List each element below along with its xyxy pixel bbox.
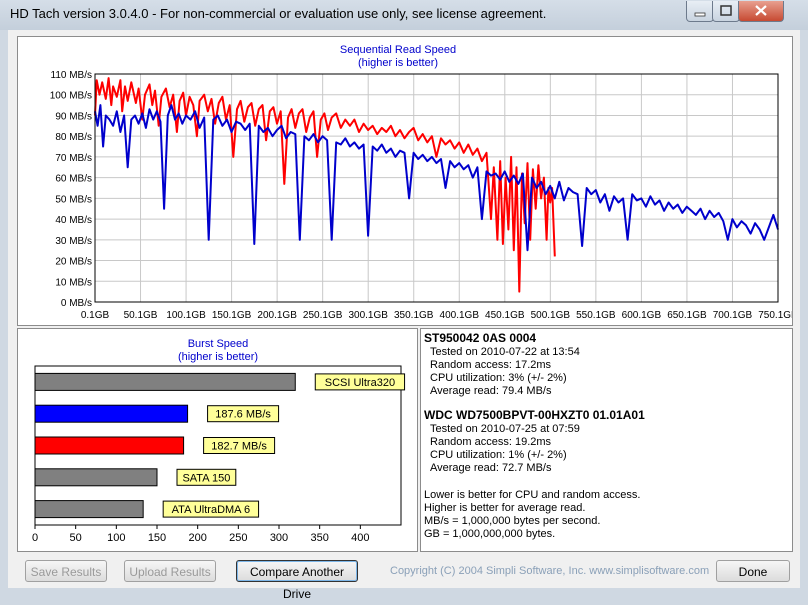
burst-x-tick-label: 400 (351, 532, 369, 544)
burst-chart-subtitle: (higher is better) (178, 351, 258, 363)
copyright-text: Copyright (C) 2004 Simpli Software, Inc.… (390, 565, 710, 577)
seq-chart-title: Sequential Read Speed (340, 44, 456, 56)
seq-x-tick-label: 450.1GB (485, 310, 525, 321)
burst-x-tick-label: 250 (229, 532, 247, 544)
seq-y-tick-label: 90 MB/s (55, 111, 92, 122)
seq-y-tick-label: 60 MB/s (55, 174, 92, 185)
seq-x-tick-label: 150.1GB (212, 310, 252, 321)
minimize-icon (694, 12, 706, 17)
drive-1-tested-on: Tested on 2010-07-22 at 13:54 (430, 346, 580, 358)
burst-bar (34, 404, 189, 423)
burst-x-tick-label: 350 (310, 532, 328, 544)
note-average-read: Higher is better for average read. (424, 502, 586, 514)
seq-x-tick-label: 200.1GB (257, 310, 297, 321)
seq-x-tick-label: 100.1GB (166, 310, 206, 321)
burst-chart-title: Burst Speed (188, 338, 249, 350)
seq-y-tick-label: 20 MB/s (55, 257, 92, 268)
seq-y-tick-label: 0 MB/s (61, 298, 92, 309)
results-info-panel: ST950042 0AS 0004 Tested on 2010-07-22 a… (420, 328, 793, 552)
note-cpu-random: Lower is better for CPU and random acces… (424, 489, 641, 501)
save-results-button[interactable]: Save Results (25, 560, 107, 582)
burst-bar (34, 500, 144, 519)
burst-x-tick-label: 50 (70, 532, 82, 544)
burst-x-tick-label: 300 (270, 532, 288, 544)
seq-chart-subtitle: (higher is better) (358, 57, 438, 69)
sequential-read-chart: Sequential Read Speed (higher is better)… (50, 44, 798, 321)
window-title: HD Tach version 3.0.4.0 - For non-commer… (10, 6, 547, 21)
seq-y-tick-label: 110 MB/s (51, 70, 93, 81)
maximize-button[interactable] (712, 1, 740, 22)
seq-x-tick-label: 500.1GB (531, 310, 571, 321)
note-mbs-definition: MB/s = 1,000,000 bytes per second. (424, 515, 601, 527)
main-window: Sequential Read Speed (higher is better)… (8, 30, 800, 601)
seq-x-tick-label: 600.1GB (622, 310, 662, 321)
drive-2-tested-on: Tested on 2010-07-25 at 07:59 (430, 423, 580, 435)
seq-x-tick-label: 50.1GB (124, 310, 158, 321)
sequential-read-panel: Sequential Read Speed (higher is better)… (17, 36, 798, 326)
burst-bar-label: 182.7 MB/s (211, 441, 267, 453)
seq-x-tick-label: 350.1GB (394, 310, 434, 321)
seq-y-tick-label: 40 MB/s (55, 215, 92, 226)
burst-x-tick-label: 100 (107, 532, 125, 544)
burst-bar-label: SATA 150 (182, 472, 230, 484)
seq-x-tick-label: 700.1GB (713, 310, 753, 321)
burst-bar (34, 468, 158, 487)
seq-x-tick-label: 250.1GB (303, 310, 343, 321)
burst-x-tick-label: 150 (148, 532, 166, 544)
drive-1-random-access: Random access: 17.2ms (430, 359, 552, 371)
burst-bar (34, 372, 296, 391)
minimize-button[interactable] (686, 1, 714, 22)
drive-2-name: WDC WD7500BPVT-00HXZT0 01.01A01 (424, 408, 645, 422)
drive-1-cpu: CPU utilization: 3% (+/- 2%) (430, 372, 567, 384)
seq-y-tick-label: 10 MB/s (55, 277, 92, 288)
burst-bar-label: ATA UltraDMA 6 (172, 504, 250, 516)
burst-speed-panel: Burst Speed (higher is better) SCSI Ultr… (17, 328, 418, 552)
burst-bar (34, 436, 185, 455)
burst-x-tick-label: 0 (32, 532, 38, 544)
seq-y-tick-label: 70 MB/s (55, 153, 92, 164)
seq-x-tick-label: 400.1GB (440, 310, 480, 321)
seq-x-tick-label: 750.1GB (758, 310, 792, 321)
seq-x-tick-label: 550.1GB (576, 310, 616, 321)
title-bar: HD Tach version 3.0.4.0 - For non-commer… (0, 0, 808, 30)
burst-x-tick-label: 200 (188, 532, 206, 544)
seq-x-tick-label: 650.1GB (667, 310, 707, 321)
seq-x-tick-label: 300.1GB (348, 310, 388, 321)
seq-y-tick-label: 30 MB/s (55, 236, 92, 247)
seq-x-tick-label: 0.1GB (81, 310, 110, 321)
burst-bar-label: SCSI Ultra320 (325, 377, 395, 389)
close-icon (755, 5, 767, 16)
seq-y-tick-label: 100 MB/s (50, 91, 92, 102)
seq-plot-area (94, 73, 779, 303)
drive-2-random-access: Random access: 19.2ms (430, 436, 552, 448)
close-button[interactable] (738, 1, 784, 22)
seq-y-tick-label: 50 MB/s (55, 194, 92, 205)
drive-2-average: Average read: 72.7 MB/s (430, 462, 552, 474)
compare-another-drive-button[interactable]: Compare Another Drive (236, 560, 358, 601)
drive-1-average: Average read: 79.4 MB/s (430, 385, 552, 397)
burst-speed-chart: Burst Speed (higher is better) SCSI Ultr… (32, 338, 406, 544)
done-button[interactable]: Done (716, 560, 790, 582)
drive-1-name: ST950042 0AS 0004 (424, 331, 537, 345)
note-gb-definition: GB = 1,000,000,000 bytes. (424, 528, 556, 540)
seq-y-tick-label: 80 MB/s (55, 132, 92, 143)
maximize-icon (720, 5, 732, 16)
upload-results-button[interactable]: Upload Results (124, 560, 216, 582)
burst-bar-label: 187.6 MB/s (215, 409, 271, 421)
drive-2-cpu: CPU utilization: 1% (+/- 2%) (430, 449, 567, 461)
